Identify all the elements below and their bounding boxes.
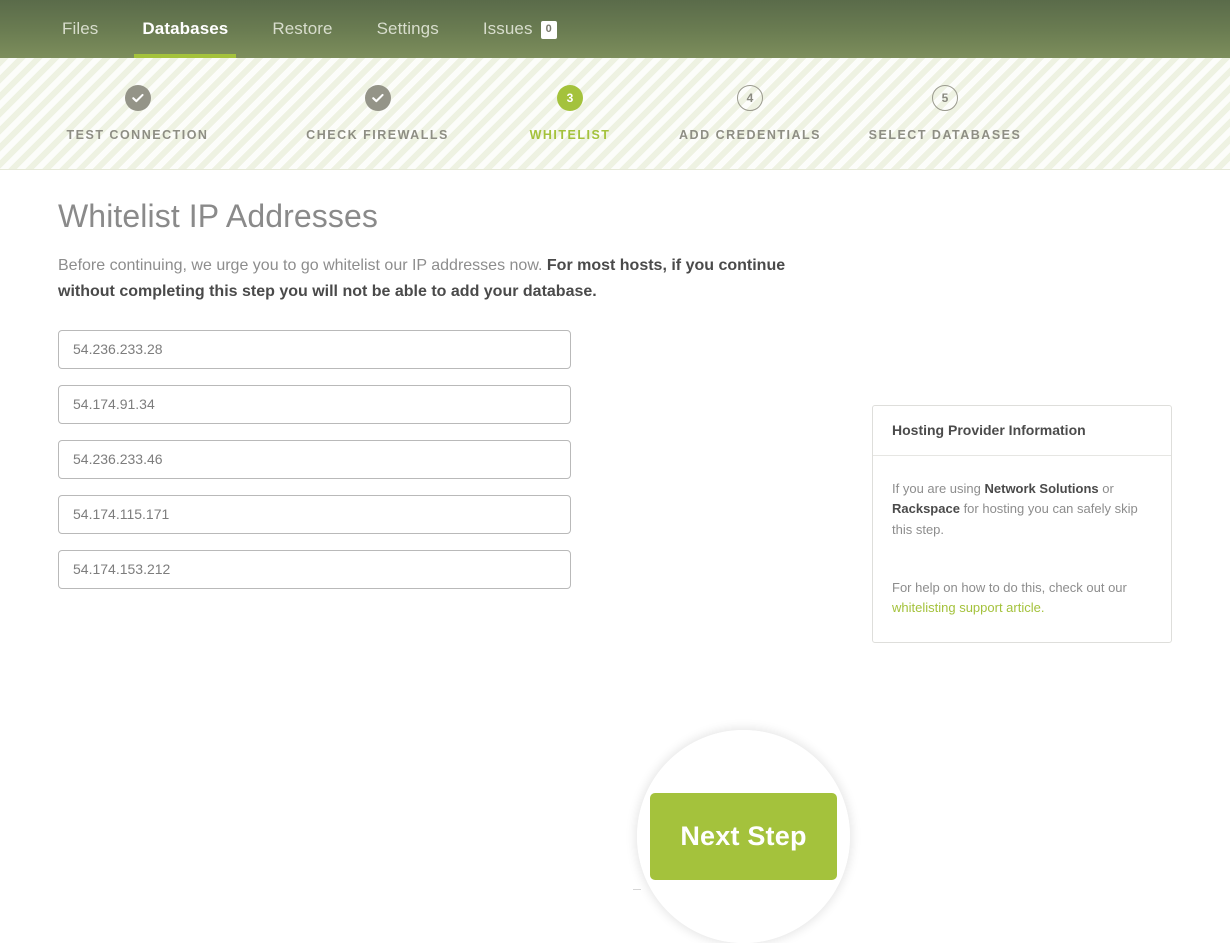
step-check-firewalls[interactable]: CHECK FIREWALLS (275, 85, 480, 142)
check-icon (371, 93, 384, 103)
page-description: Before continuing, we urge you to go whi… (58, 253, 788, 305)
step-label: WHITELIST (529, 128, 611, 142)
provider-name-network-solutions: Network Solutions (984, 481, 1099, 496)
decorative-dash (633, 889, 641, 890)
step-add-credentials[interactable]: 4 ADD CREDENTIALS (660, 85, 840, 142)
panel-help-text: For help on how to do this, check out ou… (892, 579, 1127, 595)
panel-paragraph-help: For help on how to do this, check out ou… (892, 578, 1152, 619)
ip-address-list (58, 329, 571, 589)
ip-address-input-3[interactable] (58, 439, 571, 479)
step-label: TEST CONNECTION (66, 128, 209, 142)
ip-address-input-4[interactable] (58, 494, 571, 534)
next-step-button[interactable]: Next Step (650, 793, 837, 880)
panel-body: If you are using Network Solutions or Ra… (873, 456, 1171, 642)
provider-name-rackspace: Rackspace (892, 501, 960, 517)
nav-item-issues[interactable]: Issues 0 (461, 0, 579, 58)
nav-item-label: Files (62, 19, 99, 38)
panel-text-c: or (1098, 481, 1114, 496)
ip-address-input-5[interactable] (58, 549, 571, 589)
whitelisting-support-article-link[interactable]: whitelisting support article. (892, 600, 1044, 615)
hosting-provider-panel: Hosting Provider Information If you are … (872, 405, 1172, 644)
step-label: ADD CREDENTIALS (679, 128, 821, 142)
panel-text-a: If you are using (892, 481, 985, 496)
nav-item-restore[interactable]: Restore (250, 0, 354, 58)
step-status-circle: 3 (557, 85, 583, 111)
nav-item-label: Issues (482, 19, 533, 38)
active-tab-underline (134, 54, 237, 58)
top-navigation-bar: Files Databases Restore Settings Issues … (0, 0, 1230, 58)
step-label: CHECK FIREWALLS (306, 128, 449, 142)
page-title: Whitelist IP Addresses (58, 198, 378, 234)
step-select-databases[interactable]: 5 SELECT DATABASES (840, 85, 1050, 142)
panel-paragraph-providers: If you are using Network Solutions or Ra… (892, 479, 1152, 540)
step-status-circle: 4 (737, 85, 763, 111)
panel-title: Hosting Provider Information (873, 406, 1171, 456)
issues-count-badge: 0 (540, 21, 557, 39)
step-status-circle (124, 85, 151, 111)
nav-item-settings[interactable]: Settings (355, 0, 461, 58)
step-label: SELECT DATABASES (868, 128, 1022, 142)
wizard-stepper: TEST CONNECTION CHECK FIREWALLS 3 WHITEL… (0, 58, 1230, 170)
description-normal-text: Before continuing, we urge you to go whi… (58, 257, 547, 274)
nav-item-label: Restore (272, 19, 333, 38)
nav-item-label: Settings (376, 19, 439, 38)
ip-address-input-2[interactable] (58, 384, 571, 424)
nav-item-label: Databases (142, 19, 229, 38)
step-test-connection[interactable]: TEST CONNECTION (0, 85, 275, 142)
nav-item-databases[interactable]: Databases (120, 0, 250, 58)
step-status-circle (364, 85, 391, 111)
check-icon (131, 93, 144, 103)
step-whitelist[interactable]: 3 WHITELIST (480, 85, 660, 142)
main-content: Whitelist IP Addresses Before continuing… (0, 198, 1230, 943)
step-status-circle: 5 (932, 85, 958, 111)
nav-item-files[interactable]: Files (58, 0, 120, 58)
ip-address-input-1[interactable] (58, 329, 571, 369)
